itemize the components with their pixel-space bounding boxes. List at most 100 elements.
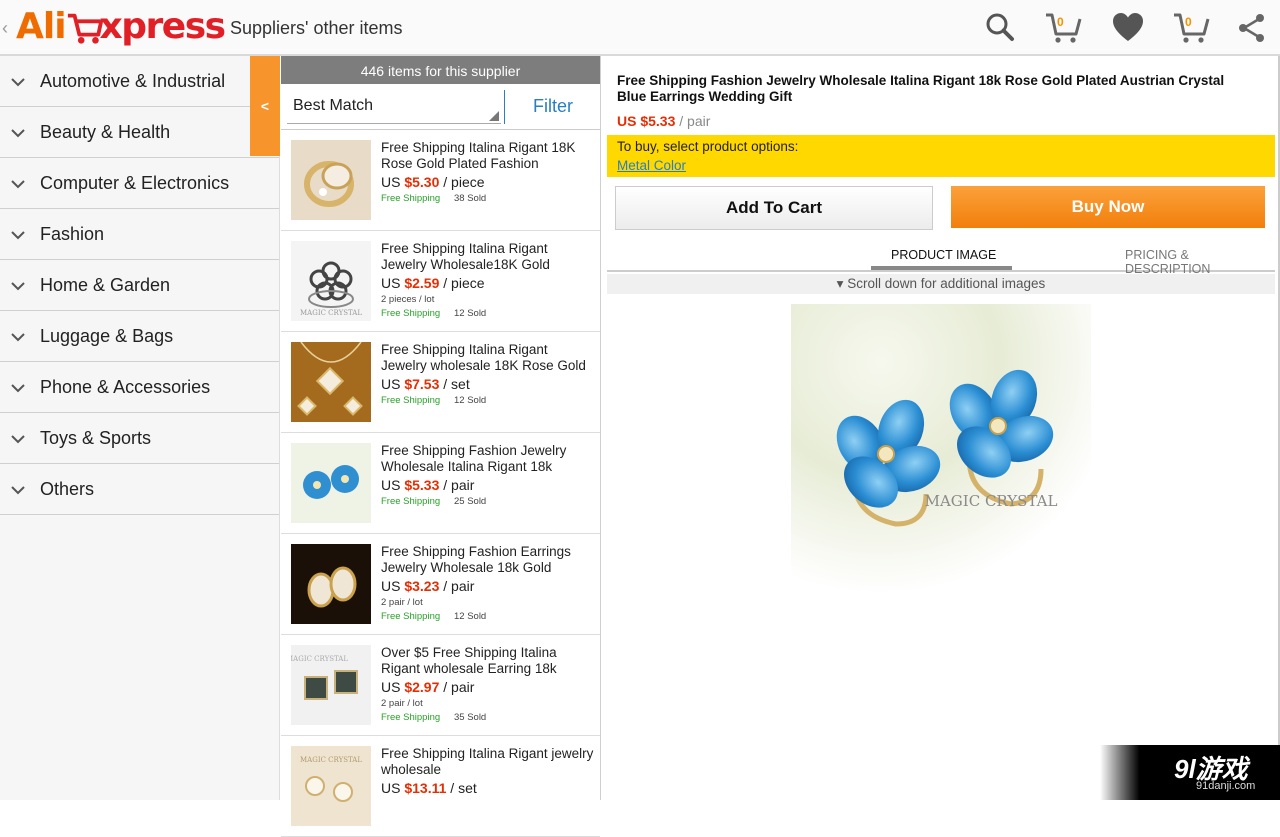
product-list-item[interactable]: Free Shipping Italina Rigant 18K Rose Go… — [281, 130, 600, 231]
price-unit: / pair — [443, 477, 475, 493]
product-title: Free Shipping Fashion Earrings Jewelry W… — [381, 544, 571, 575]
aliexpress-logo[interactable]: Ali xpress — [16, 6, 227, 48]
product-thumbnail — [291, 140, 371, 220]
category-label: Home & Garden — [40, 275, 171, 295]
category-label: Automotive & Industrial — [40, 71, 226, 91]
product-thumbnail — [291, 443, 371, 523]
thumb-watermark: MAGIC CRYSTAL — [300, 756, 362, 764]
price-amount: $13.11 — [404, 780, 447, 796]
product-price: US $3.23 / pair — [381, 578, 474, 594]
shipping-label: Free Shipping — [381, 193, 441, 204]
chevron-down-icon — [11, 486, 25, 495]
price-amount: $2.59 — [404, 275, 440, 291]
logo-xpress-text: xpress — [99, 6, 227, 47]
product-title: Free Shipping Italina Rigant jewelry who… — [381, 746, 594, 777]
page-title: Suppliers' other items — [230, 18, 403, 38]
category-label: Luggage & Bags — [40, 326, 174, 346]
sort-filter-row: Best Match Filter — [281, 84, 600, 130]
tab-pricing-description[interactable]: PRICING & DESCRIPTION — [1125, 248, 1275, 276]
chevron-down-icon — [11, 384, 25, 393]
category-label: Phone & Accessories — [40, 377, 211, 397]
cart-badge: 0 — [1057, 15, 1064, 29]
chevron-down-icon — [11, 180, 25, 189]
tab-product-image[interactable]: PRODUCT IMAGE — [891, 248, 996, 262]
category-sidebar: Automotive & Industrial Beauty & Health … — [0, 56, 280, 800]
share-icon[interactable] — [1234, 10, 1270, 46]
product-price: US $13.11 / set — [381, 780, 477, 796]
cart-button-2[interactable]: 0 — [1172, 10, 1212, 46]
filter-button[interactable]: Filter — [533, 96, 573, 117]
category-item-home-garden[interactable]: Home & Garden — [0, 260, 279, 311]
category-item-computer[interactable]: Computer & Electronics — [0, 158, 279, 209]
metal-color-link[interactable]: Metal Color — [617, 158, 686, 173]
product-price: US $5.33 / pair — [381, 477, 474, 493]
currency: US — [381, 376, 401, 392]
thumb-watermark: MAGIC CRYSTAL — [291, 655, 348, 663]
search-icon[interactable] — [982, 10, 1018, 46]
sold-count: 12 Sold — [454, 308, 487, 319]
logo-cart-icon — [67, 13, 103, 44]
dropdown-triangle-icon — [489, 111, 499, 121]
product-thumbnail: MAGIC CRYSTAL — [291, 645, 371, 725]
price-unit: / pair — [679, 113, 711, 129]
buy-now-button[interactable]: Buy Now — [951, 186, 1265, 228]
product-price: US $2.97 / pair — [381, 679, 474, 695]
shipping-label: Free Shipping — [381, 308, 441, 319]
options-label: To buy, select product options: — [617, 139, 799, 154]
product-price: US $7.53 / set — [381, 376, 470, 392]
shipping-label: Free Shipping — [381, 712, 441, 723]
chevron-down-icon — [11, 282, 25, 291]
category-item-toys[interactable]: Toys & Sports — [0, 413, 279, 464]
detail-tabs: PRODUCT IMAGE PRICING & DESCRIPTION — [607, 236, 1275, 276]
sold-count: 12 Sold — [454, 611, 487, 622]
currency: US — [381, 578, 401, 594]
category-label: Beauty & Health — [40, 122, 171, 142]
sort-select-value: Best Match — [293, 97, 374, 114]
thumb-watermark: MAGIC CRYSTAL — [300, 309, 362, 317]
active-tab-indicator — [871, 266, 1012, 270]
price-amount: $7.53 — [404, 376, 440, 392]
category-item-phone[interactable]: Phone & Accessories — [0, 362, 279, 413]
price-unit: / piece — [443, 174, 485, 190]
category-label: Fashion — [40, 224, 105, 244]
category-item-others[interactable]: Others — [0, 464, 279, 515]
heart-icon[interactable] — [1110, 10, 1146, 46]
chevron-down-icon — [11, 231, 25, 240]
price-amount: $3.23 — [404, 578, 440, 594]
category-item-fashion[interactable]: Fashion — [0, 209, 279, 260]
product-list-item[interactable]: MAGIC CRYSTAL Free Shipping Italina Riga… — [281, 231, 600, 332]
sort-select[interactable]: Best Match — [287, 90, 501, 124]
product-main-image[interactable]: MAGIC CRYSTAL — [791, 304, 1091, 594]
category-item-luggage[interactable]: Luggage & Bags — [0, 311, 279, 362]
product-list-pane: 446 items for this supplier Best Match F… — [281, 56, 601, 837]
price-amount: $5.30 — [404, 174, 440, 190]
lot-size: 2 pair / lot — [381, 698, 423, 709]
product-title: Free Shipping Italina Rigant Jewelry who… — [381, 342, 586, 373]
product-list-item[interactable]: Free Shipping Fashion Jewelry Wholesale … — [281, 433, 600, 534]
category-label: Computer & Electronics — [40, 173, 230, 193]
product-title: Free Shipping Italina Rigant 18K Rose Go… — [381, 140, 576, 171]
cart-button-1[interactable]: 0 — [1044, 10, 1084, 46]
lot-size: 2 pieces / lot — [381, 294, 435, 305]
price-unit: / set — [450, 780, 477, 796]
add-to-cart-button[interactable]: Add To Cart — [615, 186, 933, 230]
category-item-beauty[interactable]: Beauty & Health — [0, 107, 279, 158]
lot-size: 2 pair / lot — [381, 597, 423, 608]
product-list-item[interactable]: Free Shipping Italina Rigant Jewelry who… — [281, 332, 600, 433]
product-list-item[interactable]: Free Shipping Fashion Earrings Jewelry W… — [281, 534, 600, 635]
shipping-label: Free Shipping — [381, 395, 441, 406]
price-amount: $2.97 — [404, 679, 440, 695]
price-unit: / piece — [443, 275, 485, 291]
sold-count: 35 Sold — [454, 712, 487, 723]
price-unit: / pair — [443, 679, 475, 695]
back-caret-icon[interactable]: ‹ — [2, 18, 8, 39]
product-title: Free Shipping Fashion Jewelry Wholesale … — [381, 443, 567, 474]
category-item-automotive[interactable]: Automotive & Industrial — [0, 56, 279, 107]
product-list-item[interactable]: MAGIC CRYSTAL Over $5 Free Shipping Ital… — [281, 635, 600, 736]
scroll-hint: ▾ Scroll down for additional images — [607, 274, 1275, 294]
chevron-down-icon — [11, 333, 25, 342]
product-list-item[interactable]: MAGIC CRYSTAL Free Shipping Italina Riga… — [281, 736, 600, 837]
collapse-sidebar-tab[interactable]: < — [250, 56, 280, 156]
product-title: Over $5 Free Shipping Italina Rigant who… — [381, 645, 557, 676]
price-unit: / pair — [443, 578, 475, 594]
